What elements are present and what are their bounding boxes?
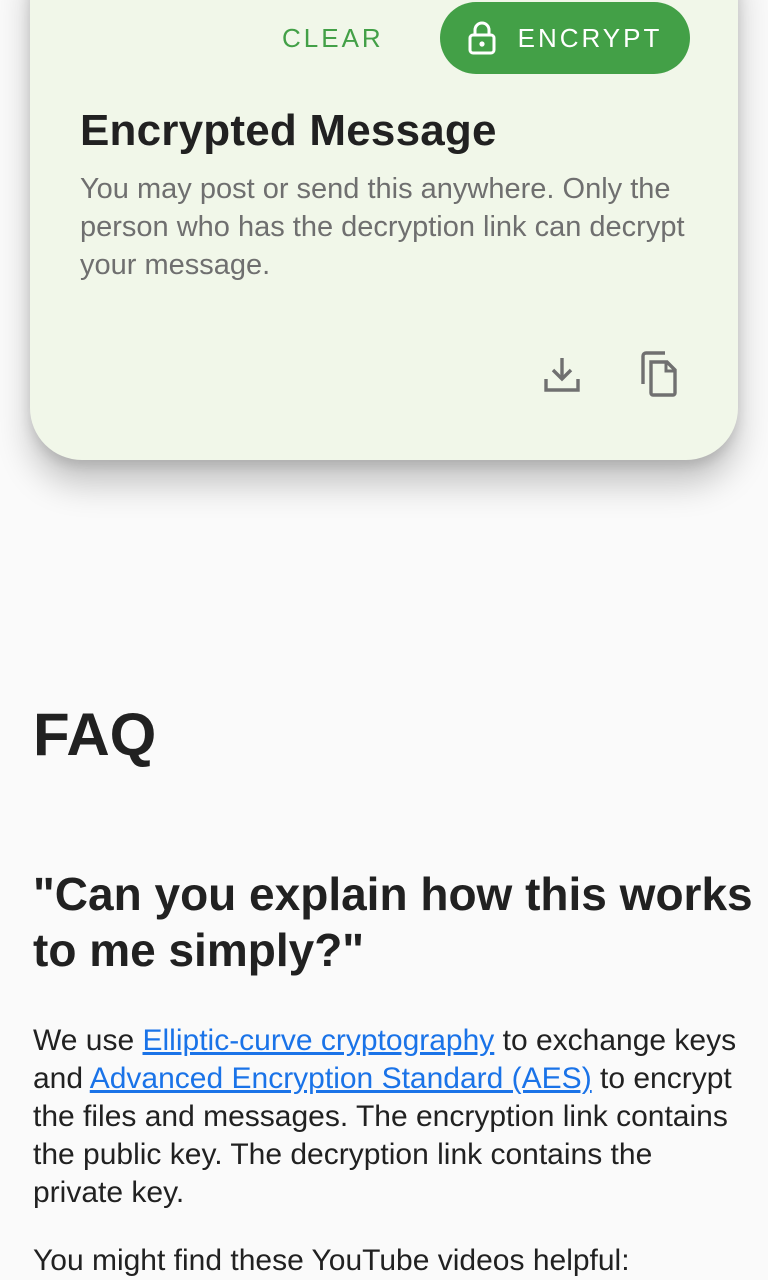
faq-answer: We use Elliptic-curve cryptography to ex…	[33, 1022, 743, 1212]
clear-button[interactable]: CLEAR	[282, 16, 384, 60]
youtube-videos-intro: You might find these YouTube videos help…	[33, 1244, 630, 1277]
download-icon	[542, 354, 582, 399]
elliptic-curve-link[interactable]: Elliptic-curve cryptography	[143, 1024, 495, 1057]
answer-text-1: We use	[33, 1024, 143, 1057]
encrypted-message-title: Encrypted Message	[80, 106, 497, 155]
copy-icon	[637, 350, 679, 403]
copy-button[interactable]	[634, 350, 682, 403]
download-button[interactable]	[538, 352, 586, 400]
encrypt-button-label: ENCRYPT	[517, 22, 663, 53]
aes-link[interactable]: Advanced Encryption Standard (AES)	[90, 1062, 592, 1095]
lock-icon	[468, 21, 496, 55]
encrypted-message-card: CLEAR ENCRYPT Encrypted Message You may …	[30, 0, 738, 460]
encrypt-button[interactable]: ENCRYPT	[440, 2, 690, 74]
faq-question: "Can you explain how this works to me si…	[33, 868, 753, 976]
card-actions: CLEAR ENCRYPT	[30, 2, 738, 74]
faq-heading: FAQ	[33, 701, 157, 768]
encrypted-message-description: You may post or send this anywhere. Only…	[80, 173, 685, 281]
